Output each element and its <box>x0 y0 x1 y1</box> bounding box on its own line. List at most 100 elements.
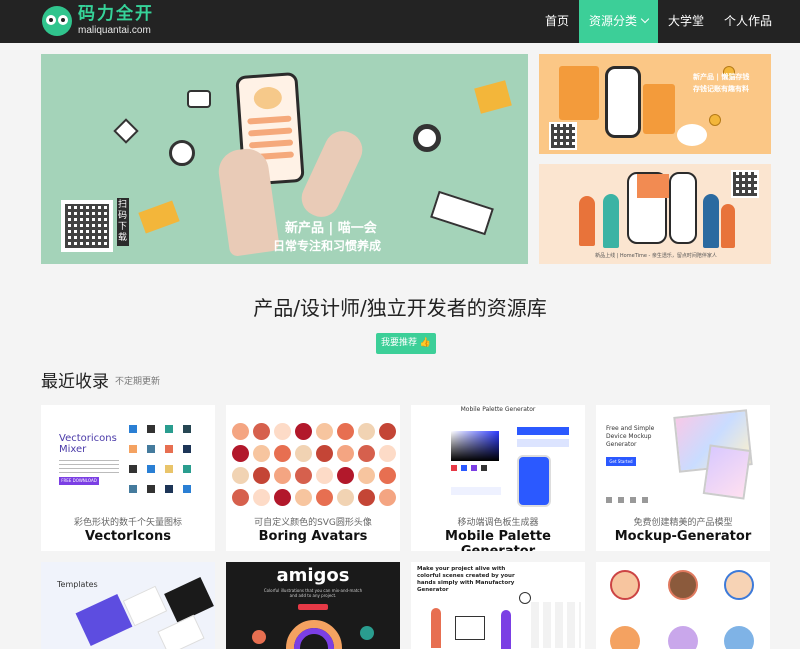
avatar-icon <box>358 423 375 440</box>
avatar-icon <box>379 467 396 484</box>
folder-icon <box>474 80 512 114</box>
phone-illustration <box>669 172 697 244</box>
target-icon <box>413 124 441 152</box>
card-thumbnail: Vectoricons Mixer FREE DOWNLOAD <box>41 405 215 511</box>
nav-home[interactable]: 首页 <box>535 0 579 43</box>
resource-card-boring-avatars[interactable]: 可自定义颜色的SVG圆形头像 Boring Avatars <box>226 405 400 551</box>
nav-resource-categories-label: 资源分类 <box>588 14 637 28</box>
owl-logo-icon <box>42 6 72 36</box>
thumb-download-button: FREE DOWNLOAD <box>59 477 99 485</box>
avatar-icon <box>295 467 312 484</box>
avatar-icon <box>295 489 312 506</box>
people-illustration <box>603 194 619 248</box>
side-banner-2[interactable]: 新品上线 | HomeTime - 亲生透乐，留点时间陪伴家人 <box>539 164 771 264</box>
resource-card-amigos[interactable]: amigos Colorful illustrations that you c… <box>226 562 400 649</box>
card-description: 可自定义颜色的SVG圆形头像 <box>254 518 372 528</box>
avatar-illustration <box>724 570 754 600</box>
resource-card-mobile-palette-generator[interactable]: Mobile Palette Generator 移动端调色板生成器 Mobil… <box>411 405 585 551</box>
card-thumbnail <box>596 562 770 649</box>
nav-resource-categories[interactable]: 资源分类 <box>578 0 658 43</box>
avatar-icon <box>358 445 375 462</box>
avatar-icon <box>253 445 270 462</box>
avatar-icon <box>337 467 354 484</box>
thumb-subtitle: Colorful illustrations that you can mix-… <box>263 588 363 598</box>
avatar-icon <box>253 423 270 440</box>
hand-illustration <box>295 125 369 223</box>
section-title: 最近收录 <box>41 372 109 392</box>
avatar-icon <box>232 423 249 440</box>
avatar-icon <box>295 445 312 462</box>
people-illustration <box>721 204 735 248</box>
thumb-title: Make your project alive with colorful sc… <box>417 566 515 593</box>
page-title: 产品/设计师/独立开发者的资源库 <box>253 296 547 320</box>
avatar-icon <box>295 423 312 440</box>
card-description: 彩色形状的数千个矢量图标 <box>73 518 182 528</box>
avatar-icon <box>316 445 333 462</box>
main-banner[interactable]: 扫码下载 新产品 | 喵一会 日常专注和习惯养成 <box>41 54 528 264</box>
gradient-picker <box>451 431 499 461</box>
top-navbar: 码力全开 maliquantai.com 首页 资源分类 大学堂 个人作品 <box>0 0 800 43</box>
resource-card[interactable]: Templates <box>41 562 215 649</box>
site-logo[interactable]: 码力全开 maliquantai.com <box>42 6 154 36</box>
banner-subtitle: 存钱记账有趣有料 <box>693 85 749 93</box>
card-thumbnail: amigos Colorful illustrations that you c… <box>226 562 400 649</box>
card-description: 移动端调色板生成器 <box>457 518 539 528</box>
resource-card-manufactory[interactable]: Make your project alive with colorful sc… <box>411 562 585 649</box>
side-banner-1[interactable]: 新产品 | 懒猫存钱 存钱记账有趣有料 <box>539 54 771 154</box>
coin-icon <box>709 114 721 126</box>
thumb-title: Templates <box>57 580 98 589</box>
qr-code <box>549 122 577 150</box>
clock-icon <box>169 140 195 166</box>
card-thumbnail: Templates <box>41 562 215 649</box>
card-name: VectorIcons <box>85 529 171 544</box>
people-illustration <box>579 196 595 246</box>
avatar-icon <box>274 467 291 484</box>
qr-code <box>61 200 113 252</box>
logo-domain: maliquantai.com <box>78 25 151 36</box>
avatar-icon <box>379 423 396 440</box>
nav-personal-works[interactable]: 个人作品 <box>714 0 782 43</box>
avatar-icon <box>358 467 375 484</box>
resource-card-avatars[interactable] <box>596 562 770 649</box>
avatar-illustration <box>610 570 640 600</box>
card-name: Mobile Palette Generator <box>445 529 551 551</box>
card-thumbnail: Mobile Palette Generator <box>411 405 585 511</box>
thumb-title: Free and Simple Device Mockup Generator <box>606 425 655 448</box>
thumb-title: Vectoricons Mixer <box>59 433 117 455</box>
avatar-icon <box>274 423 291 440</box>
thumb-text <box>59 459 119 473</box>
avatar-icon <box>253 489 270 506</box>
main-nav: 首页 资源分类 大学堂 个人作品 <box>535 0 782 43</box>
banner-title: 新产品 | 懒猫存钱 <box>693 73 750 81</box>
phone-mockup <box>517 455 551 507</box>
thumb-title: amigos <box>276 565 350 586</box>
recommend-button[interactable]: 我要推荐 👍 <box>376 333 436 354</box>
resource-card-mockup-generator[interactable]: Free and Simple Device Mockup Generator … <box>596 405 770 551</box>
card-description: 免费创建精美的产品模型 <box>633 518 733 528</box>
logo-title: 码力全开 <box>78 4 154 24</box>
nav-academy[interactable]: 大学堂 <box>658 0 714 43</box>
avatar-icon <box>316 467 333 484</box>
notebook-icon <box>430 190 494 236</box>
people-illustration <box>703 194 719 248</box>
photo-illustration <box>637 174 669 198</box>
chat-bubble-icon <box>187 90 211 108</box>
banner-subtitle: 日常专注和习惯养成 <box>273 239 382 253</box>
section-subtitle: 不定期更新 <box>115 377 161 387</box>
avatar-illustration <box>724 626 754 649</box>
banner-caption: 新品上线 | HomeTime - 亲生透乐，留点时间陪伴家人 <box>595 253 717 259</box>
resource-card-vectoricons[interactable]: Vectoricons Mixer FREE DOWNLOAD 彩色形状的数千个… <box>41 405 215 551</box>
avatar-icon <box>253 467 270 484</box>
qr-label: 扫码下载 <box>117 198 129 246</box>
avatar-icon <box>274 445 291 462</box>
avatar-icon <box>232 489 249 506</box>
avatar-icon <box>337 423 354 440</box>
avatar-illustration <box>610 626 640 649</box>
avatar-icon <box>232 467 249 484</box>
avatar-icon <box>337 445 354 462</box>
heart-icon <box>113 118 139 144</box>
cards-illustration <box>643 84 675 134</box>
avatar-illustration <box>668 570 698 600</box>
puzzle-icon <box>138 200 180 234</box>
avatar-icon <box>358 489 375 506</box>
